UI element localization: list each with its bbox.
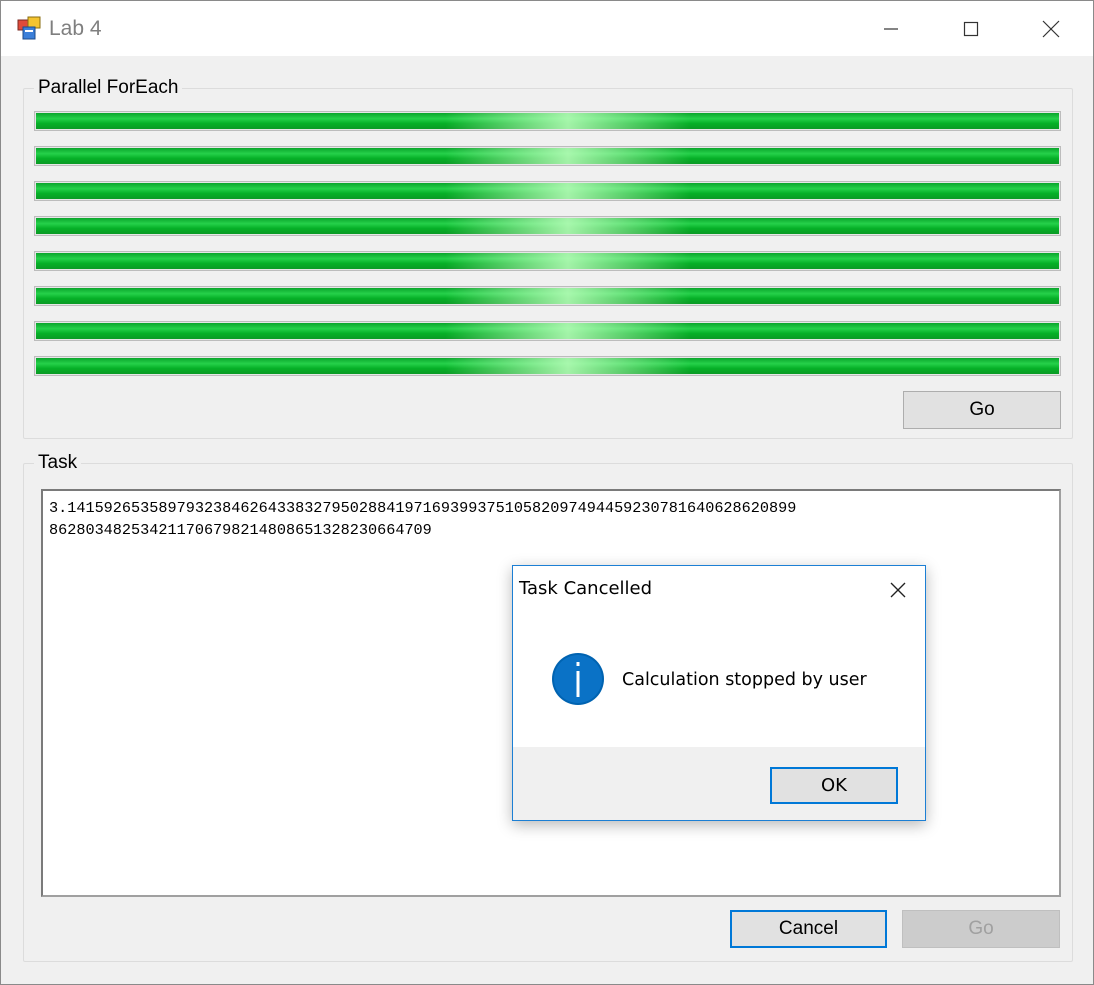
task-go-button: Go (902, 910, 1060, 948)
progress-bar-6 (34, 286, 1061, 306)
close-button[interactable] (1011, 1, 1091, 56)
progress-fill (36, 218, 1059, 234)
maximize-icon (963, 21, 979, 36)
dialog-footer: OK (513, 747, 925, 820)
progress-fill (36, 358, 1059, 374)
progress-bar-3 (34, 181, 1061, 201)
progress-bar-2 (34, 146, 1061, 166)
progress-bar-1 (34, 111, 1061, 131)
title-bar[interactable]: Lab 4 (1, 1, 1093, 56)
progress-fill (36, 148, 1059, 164)
info-icon (552, 653, 604, 705)
close-icon (1042, 20, 1060, 37)
app-icon (17, 16, 41, 40)
dialog-close-button[interactable] (883, 576, 913, 604)
progress-fill (36, 183, 1059, 199)
task-cancelled-dialog: Task Cancelled Calculation stopped by us… (512, 565, 926, 821)
window-title: Lab 4 (49, 17, 102, 40)
dialog-title: Task Cancelled (519, 578, 653, 599)
cancel-button[interactable]: Cancel (730, 910, 887, 948)
minimize-icon (884, 27, 898, 30)
dialog-message: Calculation stopped by user (622, 670, 867, 690)
ok-button[interactable]: OK (770, 767, 898, 804)
progress-bar-4 (34, 216, 1061, 236)
main-window: Lab 4 Parallel ForEach Go Task 3.1415926… (0, 0, 1094, 985)
close-icon (890, 582, 906, 598)
minimize-button[interactable] (851, 1, 931, 56)
progress-fill (36, 113, 1059, 129)
progress-bar-8 (34, 356, 1061, 376)
task-group-title: Task (34, 451, 82, 475)
progress-fill (36, 323, 1059, 339)
progress-fill (36, 253, 1059, 269)
maximize-button[interactable] (931, 1, 1011, 56)
parallel-go-button[interactable]: Go (903, 391, 1061, 429)
parallel-foreach-title: Parallel ForEach (34, 76, 183, 100)
progress-bar-7 (34, 321, 1061, 341)
progress-fill (36, 288, 1059, 304)
parallel-foreach-group: Parallel ForEach Go (23, 76, 1073, 439)
progress-bar-5 (34, 251, 1061, 271)
